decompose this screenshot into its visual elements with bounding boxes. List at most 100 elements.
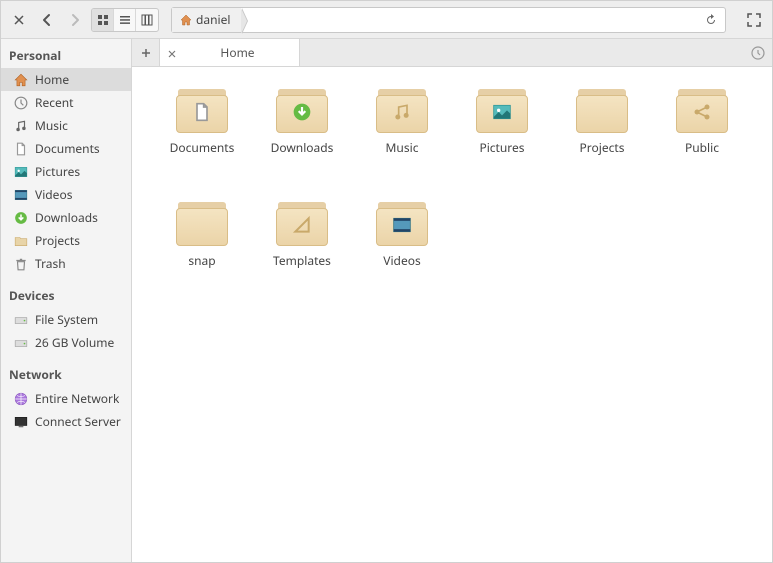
- sidebar-heading: Personal: [1, 43, 131, 68]
- folder-item[interactable]: Public: [652, 85, 752, 180]
- folder-item[interactable]: Music: [352, 85, 452, 180]
- folder-icon: [476, 89, 528, 133]
- folder-label: Videos: [383, 252, 420, 269]
- close-icon: [168, 50, 176, 58]
- folder-icon: [676, 89, 728, 133]
- columns-icon: [141, 14, 153, 26]
- file-grid: Documents Downloads Music Pictures Projects P…: [132, 67, 772, 562]
- view-columns-button[interactable]: [136, 9, 158, 31]
- globe-icon: [13, 391, 29, 407]
- folder-label: Documents: [170, 139, 235, 156]
- sidebar-item-label: Recent: [35, 94, 74, 111]
- sidebar-item-documents[interactable]: Documents: [1, 137, 131, 160]
- sidebar-item-filesystem[interactable]: File System: [1, 308, 131, 331]
- home-icon: [13, 72, 29, 88]
- arrow-left-icon: [40, 13, 54, 27]
- sidebar-item-label: Music: [35, 117, 68, 134]
- folder-icon: [276, 202, 328, 246]
- sidebar-item-volume26[interactable]: 26 GB Volume: [1, 331, 131, 354]
- folder-label: Downloads: [271, 139, 334, 156]
- folder-item[interactable]: Downloads: [252, 85, 352, 180]
- folder-item[interactable]: Videos: [352, 198, 452, 293]
- main-area: Home Documents Downloads Music Pictures Proj…: [132, 39, 772, 562]
- sidebar-item-connect[interactable]: Connect Server: [1, 410, 131, 433]
- new-tab-button[interactable]: [132, 39, 160, 66]
- close-button[interactable]: [7, 8, 31, 32]
- video-icon: [13, 187, 29, 203]
- fullscreen-icon: [747, 13, 761, 27]
- sidebar-item-label: Connect Server: [35, 413, 121, 430]
- sidebar-item-label: Projects: [35, 232, 80, 249]
- sidebar-item-projects[interactable]: Projects: [1, 229, 131, 252]
- arrow-right-icon: [68, 13, 82, 27]
- folder-item[interactable]: Projects: [552, 85, 652, 180]
- fullscreen-button[interactable]: [742, 8, 766, 32]
- reload-button[interactable]: [701, 10, 721, 30]
- sidebar-item-label: Documents: [35, 140, 100, 157]
- sidebar-item-label: Downloads: [35, 209, 98, 226]
- folder-label: Music: [386, 139, 419, 156]
- sidebar-item-label: 26 GB Volume: [35, 334, 114, 351]
- back-button[interactable]: [35, 8, 59, 32]
- sidebar-item-recent[interactable]: Recent: [1, 91, 131, 114]
- clock-icon: [13, 95, 29, 111]
- sidebar-item-network[interactable]: Entire Network: [1, 387, 131, 410]
- tab-home[interactable]: Home: [160, 39, 300, 66]
- view-list-button[interactable]: [114, 9, 136, 31]
- sidebar-item-downloads[interactable]: Downloads: [1, 206, 131, 229]
- forward-button[interactable]: [63, 8, 87, 32]
- breadcrumb-label: daniel: [196, 11, 231, 28]
- folder-item[interactable]: Templates: [252, 198, 352, 293]
- tab-history-button[interactable]: [750, 44, 766, 66]
- sidebar-item-music[interactable]: Music: [1, 114, 131, 137]
- sidebar-item-label: Videos: [35, 186, 72, 203]
- sidebar-item-label: Home: [35, 71, 69, 88]
- folder-label: Pictures: [479, 139, 524, 156]
- view-icons-button[interactable]: [92, 9, 114, 31]
- trash-icon: [13, 256, 29, 272]
- download-icon: [13, 210, 29, 226]
- history-icon: [750, 45, 766, 61]
- view-mode-group: [91, 8, 159, 32]
- breadcrumb-home[interactable]: daniel: [172, 8, 241, 32]
- plus-icon: [141, 48, 151, 58]
- sidebar-item-videos[interactable]: Videos: [1, 183, 131, 206]
- sidebar-item-label: Entire Network: [35, 390, 119, 407]
- sidebar-item-label: Pictures: [35, 163, 80, 180]
- path-bar[interactable]: daniel: [171, 7, 726, 33]
- folder-item[interactable]: snap: [152, 198, 252, 293]
- folder-icon: [276, 89, 328, 133]
- folder-label: Templates: [273, 252, 331, 269]
- sidebar-item-label: Trash: [35, 255, 66, 272]
- sidebar-item-pictures[interactable]: Pictures: [1, 160, 131, 183]
- folder-icon: [176, 89, 228, 133]
- sidebar-item-trash[interactable]: Trash: [1, 252, 131, 275]
- tab-close-button[interactable]: [168, 44, 176, 62]
- folder-item[interactable]: Documents: [152, 85, 252, 180]
- close-icon: [14, 15, 24, 25]
- folder-label: snap: [188, 252, 215, 269]
- folder-icon: [13, 233, 29, 249]
- doc-icon: [13, 141, 29, 157]
- sidebar: Personal Home Recent Music Documents Pictures…: [1, 39, 132, 562]
- content-area: Personal Home Recent Music Documents Pictures…: [1, 39, 772, 562]
- sidebar-item-home[interactable]: Home: [1, 68, 131, 91]
- tab-label: Home: [184, 44, 291, 61]
- folder-icon: [176, 202, 228, 246]
- monitor-icon: [13, 414, 29, 430]
- reload-icon: [704, 13, 718, 27]
- folder-item[interactable]: Pictures: [452, 85, 552, 180]
- sidebar-heading: Network: [1, 362, 131, 387]
- folder-icon: [376, 89, 428, 133]
- pic-icon: [13, 164, 29, 180]
- folder-icon: [376, 202, 428, 246]
- sidebar-heading: Devices: [1, 283, 131, 308]
- drive-icon: [13, 335, 29, 351]
- home-icon: [180, 14, 192, 26]
- grid-icon: [97, 14, 109, 26]
- folder-icon: [576, 89, 628, 133]
- list-icon: [119, 14, 131, 26]
- tab-bar: Home: [132, 39, 772, 67]
- folder-label: Public: [685, 139, 719, 156]
- sidebar-item-label: File System: [35, 311, 98, 328]
